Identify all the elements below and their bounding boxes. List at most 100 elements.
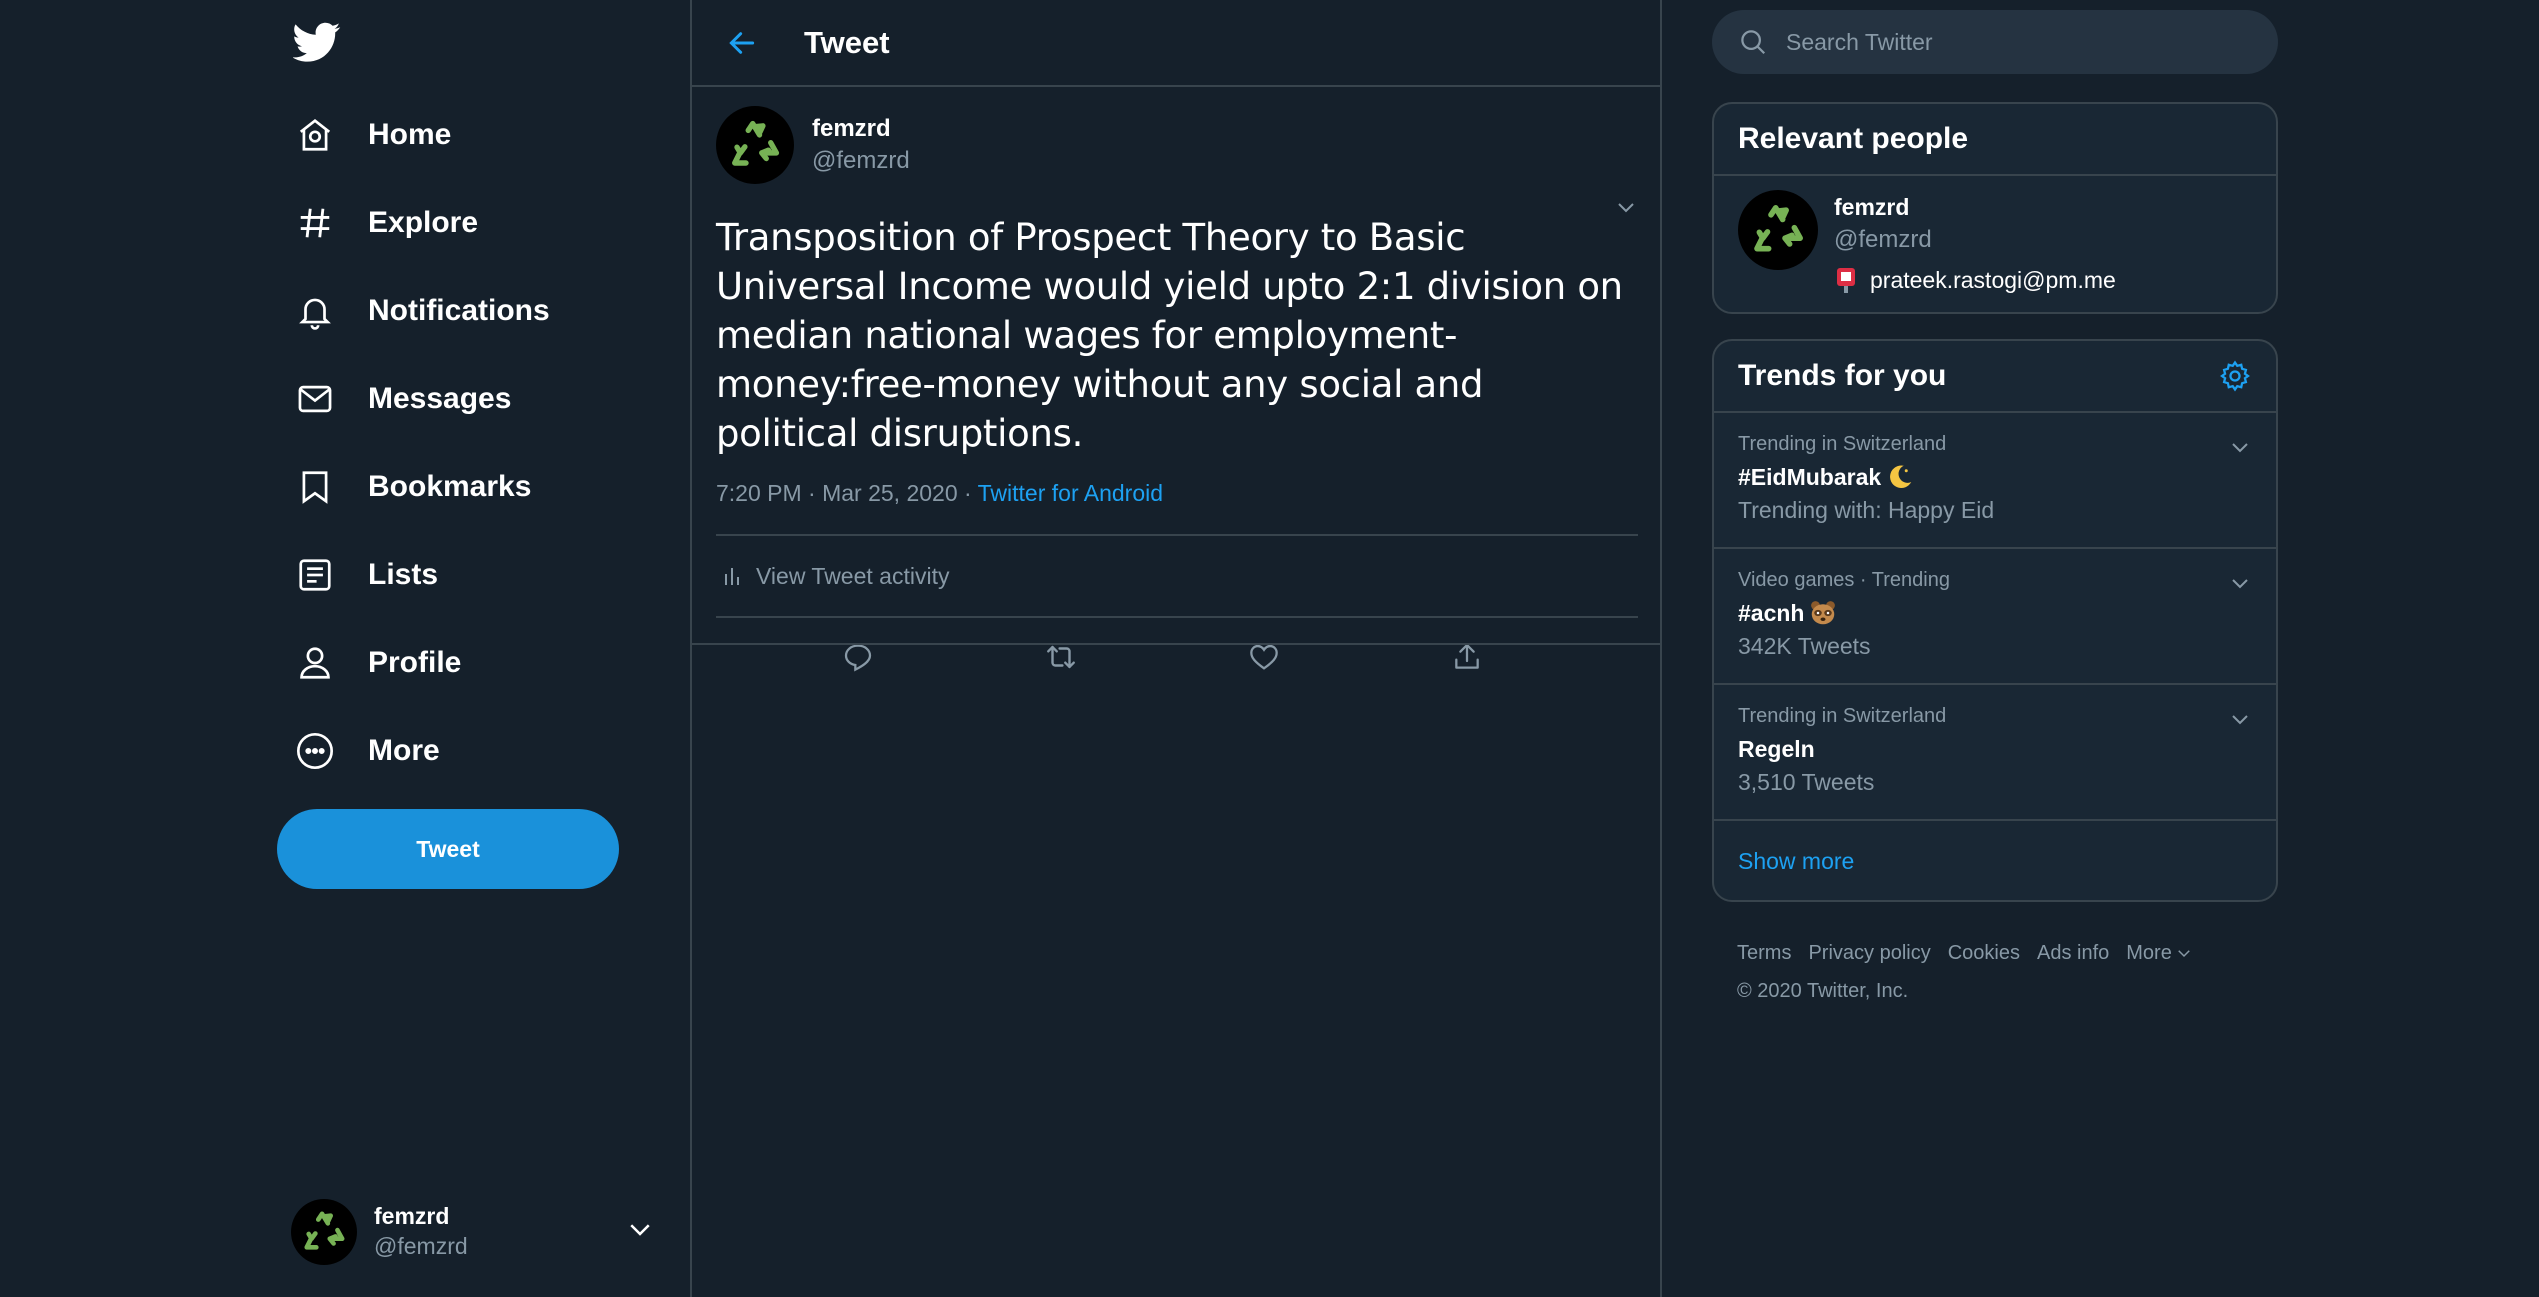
activity-label: View Tweet activity (756, 562, 950, 589)
copyright: © 2020 Twitter, Inc. (1737, 980, 1909, 1002)
recycle-icon (1754, 205, 1803, 252)
nav-label-profile: Profile (368, 646, 462, 679)
nav-item-messages[interactable]: Messages (275, 364, 655, 434)
primary-nav: Home Explore Notifications Messages Book (275, 0, 690, 1297)
postbox-icon (1834, 266, 1858, 294)
relevant-people-card: Relevant people femzrd @femzrd prateek.r… (1712, 102, 2278, 314)
recycle-icon (304, 1211, 345, 1250)
nav-label-bookmarks: Bookmarks (368, 470, 532, 503)
bar-chart-icon (720, 564, 744, 588)
chevron-down-icon[interactable] (2228, 571, 2252, 595)
person-bio-text: prateek.rastogi@pm.me (1870, 266, 2116, 293)
trends-header: Trends for you (1714, 341, 2276, 413)
trends-card: Trends for you Trending in Switzerland #… (1712, 339, 2278, 902)
nav-item-lists[interactable]: Lists (275, 540, 655, 610)
view-tweet-activity[interactable]: View Tweet activity (716, 536, 1636, 616)
trend-name-text: #acnh (1738, 599, 1805, 626)
account-switcher[interactable]: femzrd @femzrd (275, 1190, 655, 1274)
search-icon (1738, 27, 1768, 57)
nav-label-lists: Lists (368, 558, 439, 591)
trend-name-text: #EidMubarak (1738, 463, 1882, 490)
person-icon (285, 633, 345, 693)
page-title: Tweet (804, 24, 890, 60)
nav-item-bookmarks[interactable]: Bookmarks (275, 452, 655, 522)
avatar[interactable] (716, 106, 794, 184)
footer-more[interactable]: More (2126, 934, 2193, 972)
trend-name: #EidMubarak (1738, 459, 2252, 495)
tweet-button[interactable]: Tweet (277, 809, 619, 889)
trend-context: Video games · Trending (1738, 569, 1950, 591)
page-header: Tweet (692, 0, 1660, 87)
trend-item[interactable]: Trending in Switzerland Regeln 3,510 Twe… (1714, 685, 2276, 821)
search-box[interactable] (1712, 10, 2278, 74)
bell-icon (285, 281, 345, 341)
tweet-author-handle[interactable]: @femzrd (812, 145, 910, 177)
back-arrow-icon[interactable] (722, 23, 762, 63)
twitter-bird-icon[interactable] (292, 18, 341, 66)
person-name[interactable]: femzrd (1834, 194, 1909, 221)
divider (692, 643, 1660, 645)
chevron-down-icon[interactable] (1614, 195, 1638, 219)
footer-links: Terms Privacy policy Cookies Ads info Mo… (1737, 934, 2257, 972)
envelope-icon (285, 369, 345, 429)
trend-item[interactable]: Video games · Trending #acnh 342K Tweets (1714, 549, 2276, 685)
nav-label-explore: Explore (368, 206, 479, 239)
account-name: femzrd (374, 1203, 450, 1230)
tweet-author[interactable]: femzrd @femzrd (716, 105, 1636, 185)
tweet-meta: 7:20 PM · Mar 25, 2020 · Twitter for And… (716, 480, 1636, 534)
raccoon-face-icon (1808, 598, 1838, 628)
person-handle[interactable]: @femzrd (1834, 226, 1932, 254)
tweet-timestamp[interactable]: 7:20 PM · Mar 25, 2020 · (716, 480, 978, 506)
footer-link-ads-info[interactable]: Ads info (2037, 934, 2109, 972)
nav-label-messages: Messages (368, 382, 512, 415)
footer: Terms Privacy policy Cookies Ads info Mo… (1737, 934, 2257, 1010)
person-bio: prateek.rastogi@pm.me (1834, 266, 2116, 294)
nav-label-notifications: Notifications (368, 294, 550, 327)
account-handle: @femzrd (374, 1233, 468, 1259)
trend-context: Trending in Switzerland (1738, 705, 1947, 727)
nav-item-explore[interactable]: Explore (275, 188, 655, 258)
trend-item[interactable]: Trending in Switzerland #EidMubarak Tren… (1714, 413, 2276, 549)
show-more-link[interactable]: Show more (1714, 821, 2276, 900)
tweet-author-name[interactable]: femzrd (812, 113, 910, 145)
trend-subtitle: 3,510 Tweets (1738, 769, 1875, 795)
footer-link-cookies[interactable]: Cookies (1948, 934, 2020, 972)
bookmark-icon (285, 457, 345, 517)
footer-link-more: More (2126, 942, 2172, 964)
recycle-icon (732, 120, 780, 166)
search-input[interactable] (1786, 28, 2226, 56)
trend-context: Trending in Switzerland (1738, 433, 1947, 455)
tweet-source-link[interactable]: Twitter for Android (978, 480, 1163, 506)
chevron-down-icon[interactable] (2228, 435, 2252, 459)
avatar[interactable] (1738, 190, 1818, 270)
person-row[interactable]: femzrd @femzrd prateek.rastogi@pm.me (1714, 176, 2276, 312)
trend-name: Regeln (1738, 731, 2252, 767)
crescent-moon-icon (1885, 462, 1915, 492)
main-column: Tweet femzrd @femzrd Transposition of Pr… (690, 0, 1662, 1297)
home-icon (285, 105, 345, 165)
trends-title: Trends for you (1738, 359, 1947, 392)
trend-name: #acnh (1738, 595, 2252, 631)
app-root: Home Explore Notifications Messages Book (0, 0, 2539, 1297)
nav-label-home: Home (368, 118, 452, 151)
tweet-detail: femzrd @femzrd Transposition of Prospect… (692, 87, 1660, 696)
trend-name-text: Regeln (1738, 735, 1815, 762)
nav-item-profile[interactable]: Profile (275, 628, 655, 698)
nav-item-notifications[interactable]: Notifications (275, 276, 655, 346)
nav-item-more[interactable]: More (275, 716, 655, 786)
tweet-actions (716, 618, 1638, 696)
hashtag-icon (285, 193, 345, 253)
chevron-down-icon[interactable] (2228, 707, 2252, 731)
chevron-down-icon (2178, 950, 2190, 958)
more-circle-icon (285, 721, 345, 781)
footer-link-privacy[interactable]: Privacy policy (1808, 934, 1930, 972)
gear-icon[interactable] (2218, 359, 2252, 393)
relevant-people-title: Relevant people (1714, 104, 2276, 176)
nav-item-home[interactable]: Home (275, 100, 655, 170)
footer-link-terms[interactable]: Terms (1737, 934, 1791, 972)
chevron-down-icon[interactable] (625, 1214, 655, 1249)
tweet-text: Transposition of Prospect Theory to Basi… (716, 216, 1623, 455)
avatar (291, 1199, 357, 1265)
nav-label-more: More (368, 734, 440, 767)
trend-subtitle: Trending with: Happy Eid (1738, 497, 1995, 523)
